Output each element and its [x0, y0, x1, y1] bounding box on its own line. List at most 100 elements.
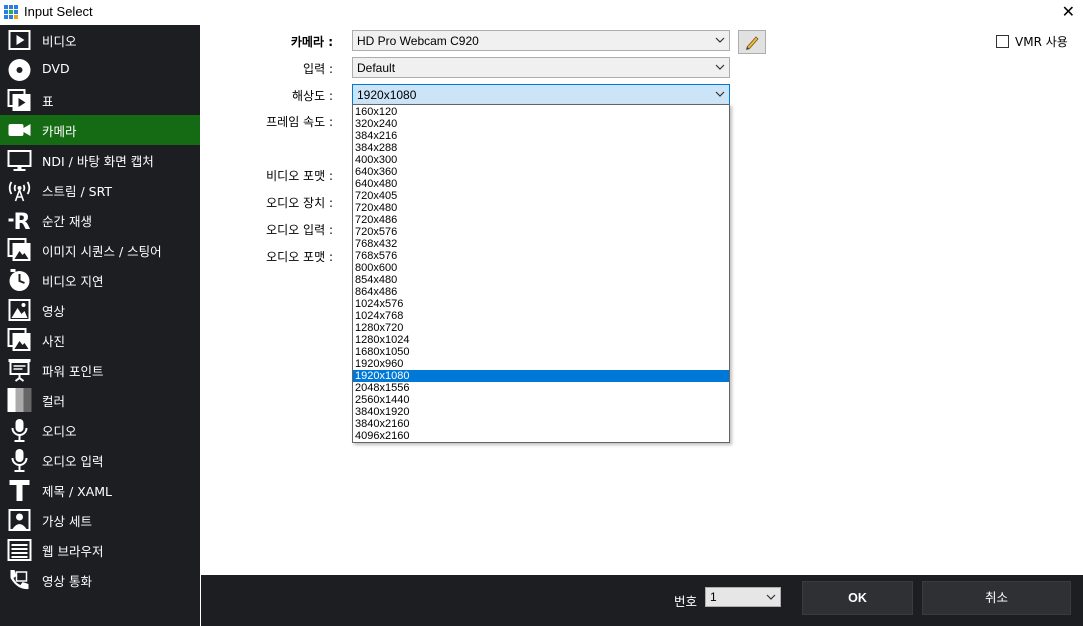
chevron-down-icon [715, 37, 725, 43]
close-icon[interactable]: ✕ [1062, 2, 1075, 22]
sidebar-item[interactable]: R 순간 재생 [0, 205, 200, 235]
chevron-down-icon [766, 594, 776, 600]
monitor-icon [7, 148, 32, 172]
resolution-option[interactable]: 720x405 [353, 190, 729, 202]
input-select[interactable]: Default [352, 57, 730, 78]
pencil-icon [746, 36, 759, 50]
resolution-option[interactable]: 720x480 [353, 202, 729, 214]
resolution-option[interactable]: 1280x1024 [353, 334, 729, 346]
clock-icon [7, 268, 32, 292]
resolution-option[interactable]: 2560x1440 [353, 394, 729, 406]
resolution-option[interactable]: 400x300 [353, 154, 729, 166]
resolution-option[interactable]: 384x288 [353, 142, 729, 154]
resolution-option[interactable]: 720x576 [353, 226, 729, 238]
sidebar-item-label: 스트림 / SRT [42, 184, 113, 199]
virtual-set-icon [7, 508, 32, 532]
audio-input-label: 오디오 입력 : [266, 223, 333, 237]
resolution-option[interactable]: 864x486 [353, 286, 729, 298]
resolution-option[interactable]: 3840x2160 [353, 418, 729, 430]
resolution-option[interactable]: 384x216 [353, 130, 729, 142]
sidebar-item[interactable]: 사진 [0, 325, 200, 355]
resolution-option[interactable]: 640x360 [353, 166, 729, 178]
resolution-label: 해상도 : [292, 89, 333, 103]
checkbox-box[interactable] [996, 35, 1009, 48]
sidebar-item[interactable]: NDI / 바탕 화면 캡처 [0, 145, 200, 175]
sidebar-item[interactable]: 영상 [0, 295, 200, 325]
resolution-option[interactable]: 768x432 [353, 238, 729, 250]
video-call-icon [7, 568, 32, 592]
sidebar-item[interactable]: 오디오 [0, 415, 200, 445]
app-grid-icon [4, 5, 19, 20]
audio-format-label: 오디오 포맷 : [266, 250, 333, 264]
title-icon [7, 478, 32, 502]
sidebar-item[interactable]: DVD [0, 55, 200, 85]
dvd-icon [7, 58, 32, 82]
resolution-dropdown-list[interactable]: 160x120 320x240 384x216 384x288 400x300 640x3… [352, 104, 730, 443]
photos-icon [7, 328, 32, 352]
window-title: Input Select [24, 4, 93, 19]
sidebar-item[interactable]: 비디오 [0, 25, 200, 55]
sidebar-item-label: 제목 / XAML [42, 484, 113, 499]
resolution-option[interactable]: 2048x1556 [353, 382, 729, 394]
sidebar-item[interactable]: 컬러 [0, 385, 200, 415]
color-icon [7, 388, 32, 412]
ok-button[interactable]: OK [802, 581, 913, 615]
resolution-option[interactable]: 3840x1920 [353, 406, 729, 418]
sidebar-item[interactable]: 영상 통화 [0, 565, 200, 595]
resolution-option[interactable]: 1280x720 [353, 322, 729, 334]
resolution-option[interactable]: 160x120 [353, 106, 729, 118]
sidebar-item-label: 사진 [42, 334, 66, 349]
sidebar-item[interactable]: 파워 포인트 [0, 355, 200, 385]
sidebar-item-label: 영상 [42, 304, 66, 319]
input-label: 입력 : [303, 62, 333, 76]
microphone-icon [7, 418, 32, 442]
sidebar-item[interactable]: 오디오 입력 [0, 445, 200, 475]
bottom-bar: 번호 1 OK 취소 [201, 575, 1083, 626]
sidebar-item[interactable]: 스트림 / SRT [0, 175, 200, 205]
sidebar-item[interactable]: 이미지 시퀀스 / 스팅어 [0, 235, 200, 265]
camera-label: 카메라 : [290, 35, 333, 49]
sidebar-item[interactable]: 가상 세트 [0, 505, 200, 535]
resolution-option[interactable]: 1920x960 [353, 358, 729, 370]
image-icon [7, 298, 32, 322]
chevron-down-icon [715, 64, 725, 70]
resolution-option[interactable]: 320x240 [353, 118, 729, 130]
audio-device-label: 오디오 장치 : [266, 196, 333, 210]
sidebar-item-label: 영상 통화 [42, 574, 92, 589]
sidebar-item[interactable]: 웹 브라우저 [0, 535, 200, 565]
image-sequence-icon [7, 238, 32, 262]
sidebar-item-label: 비디오 [42, 34, 77, 49]
svg-text:R: R [14, 210, 31, 232]
video-format-label: 비디오 포맷 : [266, 169, 333, 183]
sidebar-item[interactable]: 제목 / XAML [0, 475, 200, 505]
cancel-button[interactable]: 취소 [922, 581, 1071, 615]
sidebar-item-label: 오디오 [42, 424, 77, 439]
resolution-option[interactable]: 1680x1050 [353, 346, 729, 358]
resolution-option[interactable]: 800x600 [353, 262, 729, 274]
sidebar-item[interactable]: 카메라 [0, 115, 200, 145]
resolution-option[interactable]: 640x480 [353, 178, 729, 190]
resolution-option[interactable]: 720x486 [353, 214, 729, 226]
resolution-option[interactable]: 4096x2160 [353, 430, 729, 442]
sidebar-item-label: 컬러 [42, 394, 66, 409]
sidebar-item[interactable]: 표 [0, 85, 200, 115]
sidebar-item-label: 이미지 시퀀스 / 스팅어 [42, 244, 162, 259]
number-select[interactable]: 1 [705, 587, 781, 607]
sidebar-item-label: 표 [42, 94, 54, 109]
resolution-option[interactable]: 1920x1080 [353, 370, 729, 382]
resolution-option[interactable]: 1024x576 [353, 298, 729, 310]
sidebar-item-label: 웹 브라우저 [42, 544, 104, 559]
sidebar-item-label: 비디오 지연 [42, 274, 104, 289]
edit-camera-button[interactable] [738, 30, 766, 54]
sidebar-item-label: NDI / 바탕 화면 캡처 [42, 154, 154, 169]
video-icon [7, 28, 32, 52]
framerate-label: 프레임 속도 : [266, 115, 333, 129]
resolution-option[interactable]: 768x576 [353, 250, 729, 262]
presentation-icon [7, 358, 32, 382]
resolution-option[interactable]: 854x480 [353, 274, 729, 286]
resolution-option[interactable]: 1024x768 [353, 310, 729, 322]
resolution-select[interactable]: 1920x1080 [352, 84, 730, 105]
camera-select[interactable]: HD Pro Webcam C920 [352, 30, 730, 51]
replay-icon: R [7, 208, 32, 235]
sidebar-item[interactable]: 비디오 지연 [0, 265, 200, 295]
